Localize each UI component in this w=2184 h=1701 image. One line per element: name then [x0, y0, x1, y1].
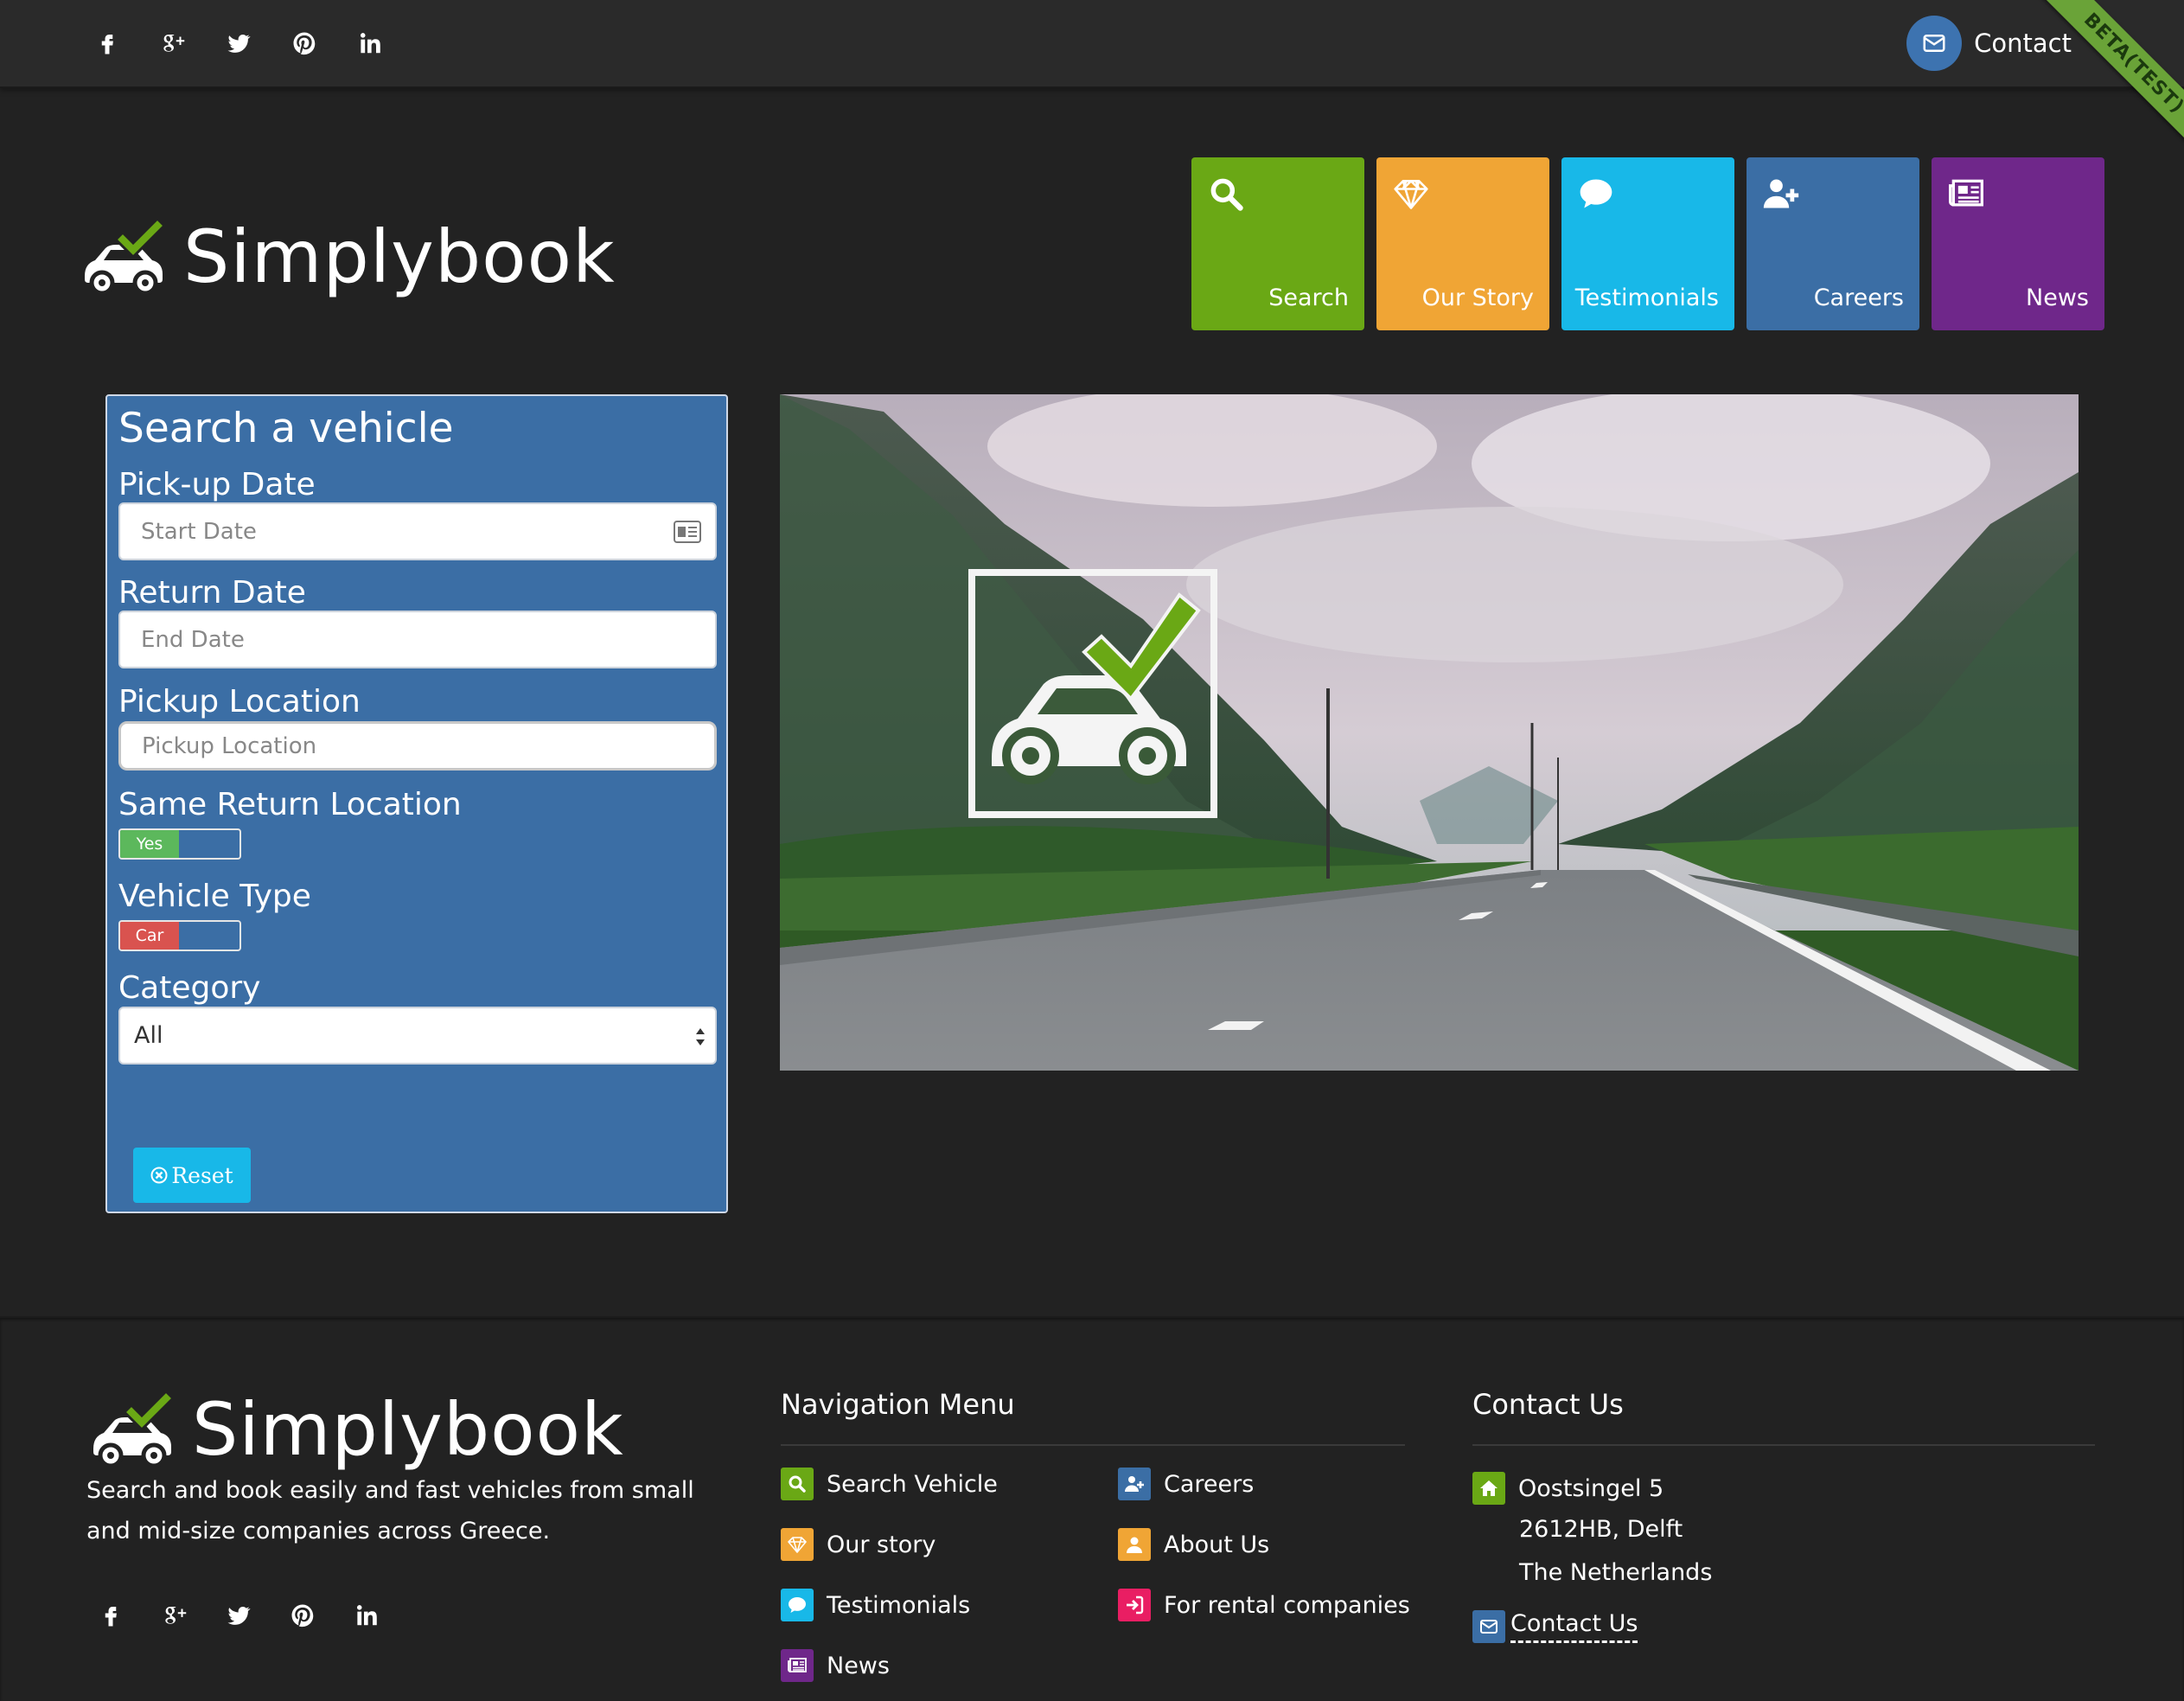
- nav-testimonials[interactable]: Testimonials: [781, 1589, 970, 1621]
- category-label: Category: [118, 970, 261, 1006]
- user-plus-icon: [1118, 1468, 1151, 1500]
- facebook-icon[interactable]: [92, 28, 123, 59]
- google-plus-icon[interactable]: [157, 28, 188, 59]
- footer-brand-name: Simplybook: [192, 1387, 624, 1472]
- reset-icon: [150, 1167, 168, 1184]
- search-icon: [1210, 178, 1243, 211]
- tile-our-story-label: Our Story: [1421, 285, 1534, 311]
- search-panel-title: Search a vehicle: [118, 405, 454, 452]
- twitter-icon[interactable]: [223, 1600, 254, 1631]
- pickup-location-placeholder: Pickup Location: [142, 732, 317, 759]
- vehicle-type-toggle[interactable]: Car: [118, 920, 241, 951]
- contact-us-title: Contact Us: [1472, 1388, 1624, 1421]
- footer-description: Search and book easily and fast vehicles…: [86, 1477, 694, 1544]
- top-bar: Contact BETA(TEST): [0, 0, 2184, 164]
- contact-divider: [1472, 1444, 2095, 1446]
- nav-our-story-label: Our story: [827, 1531, 936, 1558]
- hero-image: [780, 394, 2079, 1071]
- same-return-location-label: Same Return Location: [118, 787, 462, 822]
- newspaper-icon: [781, 1649, 814, 1682]
- nav-for-rental-companies-label: For rental companies: [1164, 1591, 1410, 1619]
- comment-icon: [1580, 179, 1612, 208]
- header-social-links: [92, 28, 420, 59]
- nav-careers[interactable]: Careers: [1118, 1468, 1254, 1500]
- user-plus-icon: [1763, 179, 1799, 208]
- nav-news-label: News: [827, 1652, 890, 1679]
- pinterest-icon[interactable]: [289, 28, 320, 59]
- pickup-location-label: Pickup Location: [118, 684, 361, 719]
- user-icon: [1118, 1528, 1151, 1561]
- beta-ribbon-label: BETA(TEST): [2030, 0, 2184, 164]
- twitter-icon[interactable]: [223, 28, 254, 59]
- pickup-date-input[interactable]: Start Date: [118, 502, 717, 560]
- envelope-icon: [1906, 16, 1963, 71]
- tile-careers-label: Careers: [1813, 285, 1904, 311]
- sign-in-icon: [1118, 1589, 1151, 1621]
- search-icon: [781, 1468, 814, 1500]
- tile-search[interactable]: Search: [1191, 157, 1364, 330]
- select-arrows-icon: [696, 1028, 705, 1046]
- tile-navigation: Search Our Story Testimonials Careers Ne…: [1191, 157, 2104, 330]
- newspaper-icon: [1949, 179, 1983, 207]
- tile-testimonials-label: Testimonials: [1574, 285, 1719, 311]
- navigation-menu-title: Navigation Menu: [781, 1388, 1015, 1421]
- nav-about-us-label: About Us: [1164, 1531, 1270, 1558]
- return-date-label: Return Date: [118, 575, 306, 611]
- nav-careers-label: Careers: [1164, 1470, 1255, 1498]
- envelope-icon: [1472, 1610, 1505, 1643]
- nav-search-vehicle[interactable]: Search Vehicle: [781, 1468, 998, 1500]
- search-panel: Search a vehicle Pick-up Date Start Date…: [105, 394, 728, 1213]
- return-date-input[interactable]: End Date: [118, 611, 717, 668]
- site-logo[interactable]: Simplybook: [78, 214, 616, 299]
- nav-testimonials-label: Testimonials: [827, 1591, 971, 1619]
- return-date-placeholder: End Date: [141, 626, 245, 653]
- calendar-icon[interactable]: [674, 521, 701, 543]
- vehicle-type-label: Vehicle Type: [118, 879, 311, 914]
- nav-our-story[interactable]: Our story: [781, 1528, 936, 1561]
- same-return-toggle-value: Yes: [120, 830, 179, 858]
- linkedin-icon[interactable]: [351, 1600, 382, 1631]
- reset-button[interactable]: Reset: [133, 1148, 251, 1203]
- diamond-icon: [1394, 180, 1428, 209]
- vehicle-type-toggle-value: Car: [120, 922, 179, 950]
- footer-social-links: [95, 1600, 382, 1631]
- footer-contact-link-label: Contact Us: [1510, 1610, 1638, 1643]
- pickup-location-input[interactable]: Pickup Location: [118, 721, 717, 771]
- reset-label: Reset: [171, 1162, 233, 1188]
- facebook-icon[interactable]: [95, 1600, 126, 1631]
- address-block: Oostsingel 5: [1472, 1472, 1664, 1505]
- pickup-date-placeholder: Start Date: [141, 518, 257, 545]
- beta-ribbon: BETA(TEST): [2020, 0, 2184, 164]
- pinterest-icon[interactable]: [287, 1600, 318, 1631]
- nav-search-vehicle-label: Search Vehicle: [827, 1470, 998, 1498]
- linkedin-icon[interactable]: [354, 28, 386, 59]
- same-return-location-toggle[interactable]: Yes: [118, 828, 241, 860]
- address-line-1: Oostsingel 5: [1518, 1474, 1664, 1502]
- pickup-date-label: Pick-up Date: [118, 467, 316, 502]
- diamond-icon: [781, 1528, 814, 1561]
- address-line-3: The Netherlands: [1519, 1559, 1713, 1586]
- footer-logo[interactable]: Simplybook: [86, 1387, 624, 1472]
- address-line-2: 2612HB, Delft: [1519, 1516, 1683, 1543]
- google-plus-icon[interactable]: [159, 1600, 190, 1631]
- car-check-icon: [85, 217, 167, 296]
- comment-icon: [781, 1589, 814, 1621]
- nav-about-us[interactable]: About Us: [1118, 1528, 1269, 1561]
- tile-news-label: News: [2026, 285, 2089, 311]
- nav-news[interactable]: News: [781, 1649, 890, 1682]
- nav-for-rental-companies[interactable]: For rental companies: [1118, 1589, 1410, 1621]
- brand-name: Simplybook: [183, 214, 616, 299]
- category-select[interactable]: All: [118, 1007, 717, 1065]
- tile-testimonials[interactable]: Testimonials: [1561, 157, 1734, 330]
- category-value: All: [134, 1022, 163, 1049]
- footer-contact-link[interactable]: Contact Us: [1472, 1610, 1638, 1643]
- tile-careers[interactable]: Careers: [1747, 157, 1919, 330]
- car-check-icon: [93, 1390, 176, 1468]
- tile-search-label: Search: [1268, 285, 1349, 311]
- tile-news[interactable]: News: [1932, 157, 2104, 330]
- nav-divider: [781, 1444, 1405, 1446]
- tile-our-story[interactable]: Our Story: [1376, 157, 1549, 330]
- home-icon: [1472, 1472, 1505, 1505]
